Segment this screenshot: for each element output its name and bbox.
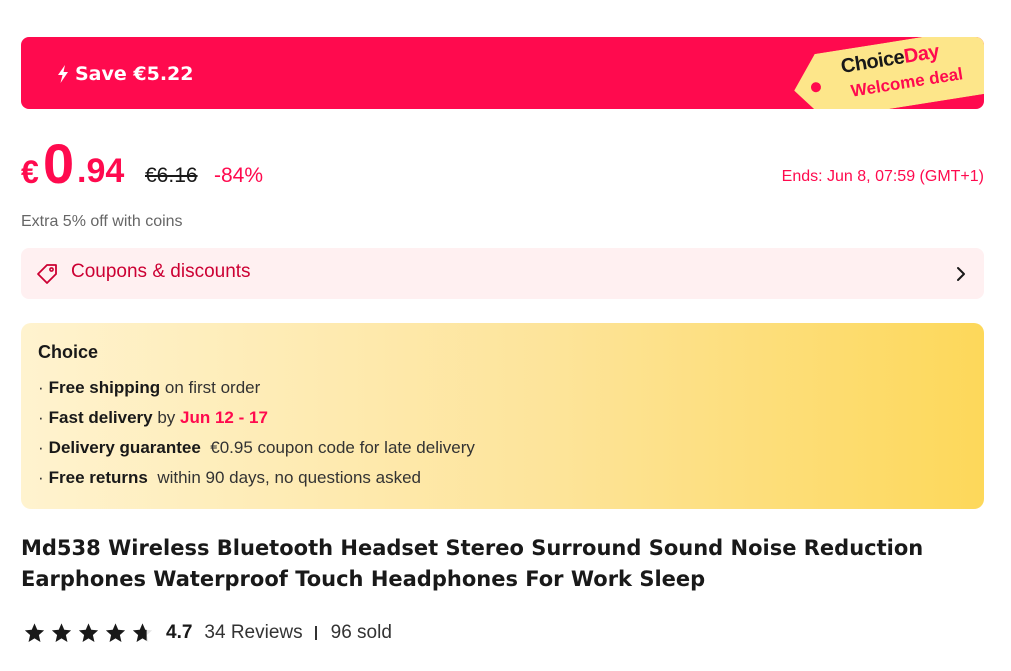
star-icon bbox=[105, 623, 126, 642]
delivery-date: Jun 12 - 17 bbox=[180, 408, 268, 427]
rating-row: 4.7 34 Reviews 96 sold bbox=[23, 619, 523, 647]
choice-benefits-list: · Free shipping on first order · Fast deli… bbox=[38, 378, 475, 498]
choice-title: Choice bbox=[38, 342, 99, 362]
star-icon bbox=[51, 623, 72, 642]
price-row: € 0 .94 €6.16 -84% Ends: Jun 8, 07:59 (G… bbox=[21, 131, 984, 197]
choice-benefits-box: Choice · Free shipping on first order · Fa… bbox=[21, 323, 984, 509]
star-rating bbox=[23, 622, 154, 644]
save-amount: Save €5.22 bbox=[57, 61, 194, 87]
coupons-label: Coupons & discounts bbox=[71, 261, 251, 282]
deal-ends-timer: Ends: Jun 8, 07:59 (GMT+1) bbox=[781, 168, 984, 185]
star-icon bbox=[24, 623, 45, 642]
benefit-delivery-guarantee: · Delivery guarantee €0.95 coupon code fo… bbox=[38, 438, 475, 457]
original-price: €6.16 bbox=[145, 164, 198, 187]
price-decimal: .94 bbox=[77, 152, 125, 190]
save-banner: Save €5.22 ChoiceDay Welcome deal bbox=[21, 37, 984, 109]
star-half-icon bbox=[132, 623, 153, 642]
discount-percent: -84% bbox=[214, 164, 264, 187]
product-title: Md538 Wireless Bluetooth Headset Stereo … bbox=[21, 536, 924, 591]
sold-count: 96 sold bbox=[330, 622, 392, 643]
divider bbox=[314, 626, 317, 640]
rating-score: 4.7 bbox=[166, 622, 193, 643]
price-integer: 0 bbox=[43, 132, 75, 195]
save-label: Save €5.22 bbox=[75, 63, 194, 85]
star-icon bbox=[78, 623, 99, 642]
price-currency: € bbox=[21, 154, 39, 190]
coins-discount-text: Extra 5% off with coins bbox=[21, 213, 183, 230]
benefit-fast-delivery: · Fast delivery by Jun 12 - 17 bbox=[38, 408, 268, 427]
lightning-bolt-icon bbox=[58, 65, 68, 83]
reviews-link[interactable]: 34 Reviews bbox=[204, 622, 302, 644]
coupon-tag-icon bbox=[37, 264, 57, 284]
benefit-free-shipping: · Free shipping on first order bbox=[38, 378, 261, 397]
tag-day-text: Day bbox=[902, 40, 941, 68]
benefit-free-returns: · Free returns within 90 days, no questio… bbox=[38, 468, 421, 487]
choice-day-tag: ChoiceDay Welcome deal bbox=[789, 37, 984, 109]
coupons-discounts-button[interactable]: Coupons & discounts bbox=[21, 248, 984, 299]
chevron-right-icon bbox=[957, 267, 965, 281]
